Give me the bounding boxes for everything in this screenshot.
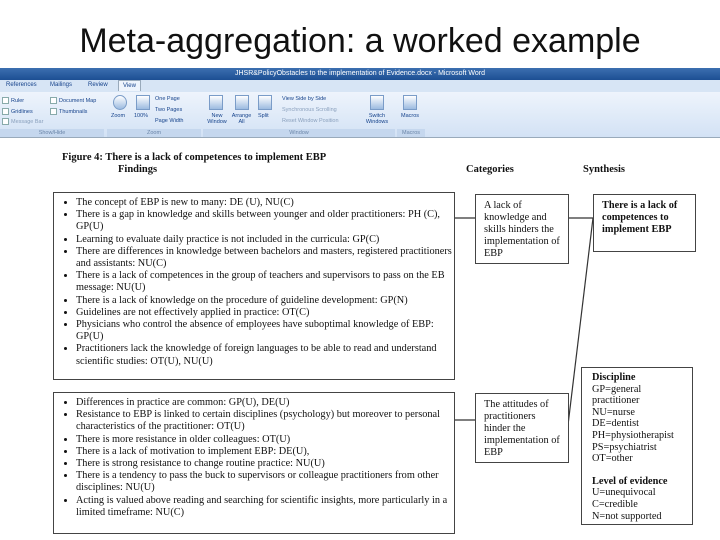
findings-box-2: Differences in practice are common: GP(U… — [53, 392, 455, 534]
legend-item: PH=physiotherapist — [592, 429, 674, 441]
legend-item: OT=other — [592, 453, 633, 465]
finding-item: Learning to evaluate daily practice is n… — [76, 234, 454, 246]
discipline-title: Discipline — [592, 372, 636, 383]
legend-item: N=not supported — [592, 510, 662, 522]
finding-item: Differences in practice are common: GP(U… — [76, 397, 454, 409]
synthesis-box: There is a lack of competences to implem… — [593, 194, 696, 252]
findings-box-1: The concept of EBP is new to many: DE (U… — [53, 192, 455, 380]
legend-item: DE=dentist — [592, 418, 639, 430]
legend-item: NU=nurse — [592, 406, 635, 418]
finding-item: Acting is valued above reading and searc… — [76, 495, 454, 519]
finding-item: There is a gap in knowledge and skills b… — [76, 209, 454, 233]
finding-item: Practitioners lack the knowledge of fore… — [76, 343, 454, 367]
finding-item: There is a lack of competences in the gr… — [76, 270, 454, 294]
finding-item: Resistance to EBP is linked to certain d… — [76, 409, 454, 433]
finding-item: Physicians who control the absence of em… — [76, 319, 454, 343]
finding-item: The concept of EBP is new to many: DE (U… — [76, 197, 454, 209]
finding-item: There is more resistance in older collea… — [76, 434, 454, 446]
legend-item: C=credible — [592, 498, 638, 510]
finding-item: Guidelines are not effectively applied i… — [76, 307, 454, 319]
finding-item: There is strong resistance to change rou… — [76, 458, 454, 470]
finding-item: There is a lack of knowledge on the proc… — [76, 295, 454, 307]
finding-item: There is a lack of motivation to impleme… — [76, 446, 454, 458]
category-box-1: A lack of knowledge and skills hinders t… — [475, 194, 569, 264]
legend-item: U=unequivocal — [592, 487, 656, 499]
legend-box: Discipline GP=general practitioner NU=nu… — [581, 367, 693, 525]
legend-item: PS=psychiatrist — [592, 441, 657, 453]
finding-item: There are differences in knowledge betwe… — [76, 246, 454, 270]
category-box-2: The attitudes of practitioners hinder th… — [475, 393, 569, 463]
evidence-title: Level of evidence — [592, 475, 668, 487]
legend-item: GP=general practitioner — [592, 383, 642, 407]
finding-item: There is a tendency to pass the buck to … — [76, 470, 454, 494]
